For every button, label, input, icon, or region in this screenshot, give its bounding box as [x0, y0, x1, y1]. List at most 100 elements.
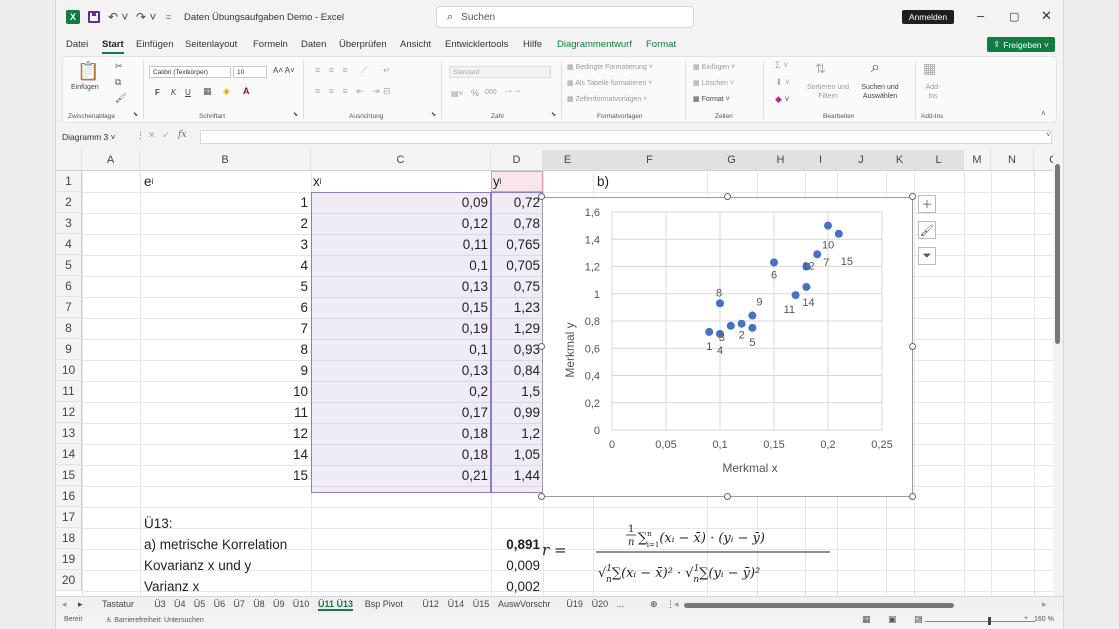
cell-y-value[interactable]: 0,84 — [491, 360, 543, 381]
cell-y-value[interactable]: 1,5 — [491, 381, 543, 402]
cell-a20[interactable]: Varianz x — [140, 576, 199, 596]
cut-icon[interactable]: ✂ — [115, 61, 123, 72]
resize-handle[interactable] — [724, 193, 731, 200]
sheet-tab[interactable]: Ü6 — [214, 599, 226, 609]
fill-color-icon[interactable]: ◈ — [223, 86, 230, 97]
clipboard-launcher-icon[interactable]: ⬊ — [133, 111, 138, 118]
column-header-e[interactable]: E — [543, 150, 593, 171]
autosum-icon[interactable]: Σ ˅ — [775, 60, 788, 70]
tab-ueberpruefen[interactable]: Überprüfen — [339, 39, 387, 50]
row-header-12[interactable]: 12 — [56, 402, 82, 423]
sheet-tab[interactable]: Bsp Pivot — [365, 599, 403, 609]
row-header-20[interactable]: 20 — [56, 570, 82, 591]
share-button[interactable]: ⇪ Freigeben ˅ — [987, 37, 1055, 52]
horizontal-align-icon[interactable]: ≡ ≡ ≡ ⇤ ⇥ — [315, 86, 383, 97]
accessibility-status[interactable]: ♿ Barrierefreiheit: Untersuchen — [106, 616, 204, 624]
sort-filter-icon[interactable]: ⇅ — [815, 61, 826, 77]
column-header-f[interactable]: F — [593, 150, 707, 171]
collapse-ribbon-icon[interactable]: ˄ — [1041, 109, 1046, 118]
cell-styles-button[interactable]: ▦ Zellenformatvorlagen ˅ — [567, 95, 647, 103]
resize-handle[interactable] — [724, 493, 731, 500]
cell-a19[interactable]: Kovarianz x und y — [140, 555, 251, 576]
scroll-tabs-left-icon[interactable]: ◂ — [62, 599, 67, 610]
column-header-a[interactable]: A — [82, 150, 140, 171]
tab-seitenlayout[interactable]: Seitenlayout — [185, 39, 237, 50]
chart-elements-icon[interactable]: ＋ — [918, 195, 936, 213]
minimize-icon[interactable]: – — [977, 8, 984, 23]
column-header-m[interactable]: M — [964, 150, 991, 171]
zoom-in-icon[interactable]: + — [1024, 615, 1028, 622]
row-header-17[interactable]: 17 — [56, 507, 82, 528]
sheet-tab[interactable]: Ü12 — [422, 599, 439, 609]
row-header-10[interactable]: 10 — [56, 360, 82, 381]
sheet-tab[interactable]: Ü11 Ü13 — [318, 599, 354, 611]
font-launcher-icon[interactable]: ⬊ — [293, 111, 298, 118]
cell-c18[interactable]: 0,891 — [491, 534, 543, 555]
sheet-tab[interactable]: AuswVorschr — [498, 599, 551, 609]
row-header-14[interactable]: 14 — [56, 444, 82, 465]
cancel-icon[interactable]: ✕ — [148, 130, 156, 141]
column-header-g[interactable]: G — [707, 150, 757, 171]
tab-daten[interactable]: Daten — [301, 39, 326, 50]
cell-e-value[interactable]: 8 — [140, 339, 311, 360]
expand-formula-icon[interactable]: ˅ — [1046, 130, 1051, 139]
cell-x-value[interactable]: 0,19 — [311, 318, 491, 339]
cell-e-value[interactable]: 9 — [140, 360, 311, 381]
worksheet-grid[interactable]: ABCDEFGHIJKLMNO 123456789101112131415161… — [56, 150, 1056, 596]
sheet-tab[interactable]: Tastatur — [102, 599, 134, 609]
vertical-align-icon[interactable]: ≡ ≡ ≡ — [315, 65, 351, 75]
formula-input[interactable] — [200, 130, 1052, 144]
cell-e-value[interactable]: 14 — [140, 444, 311, 465]
fill-icon[interactable]: ⬇ ˅ — [775, 77, 790, 88]
save-icon[interactable] — [88, 11, 100, 23]
zoom-out-icon[interactable]: – — [918, 615, 922, 622]
cell-x-value[interactable]: 0,13 — [311, 360, 491, 381]
paste-icon[interactable]: 📋 — [77, 61, 99, 82]
addins-icon[interactable]: ▦ — [923, 60, 936, 77]
cell-e-value[interactable]: 1 — [140, 192, 311, 213]
vertical-scrollbar[interactable] — [1053, 150, 1063, 596]
cell-e-value[interactable]: 3 — [140, 234, 311, 255]
tab-formeln[interactable]: Formeln — [253, 39, 288, 50]
cell-x-value[interactable]: 0,09 — [311, 192, 491, 213]
column-header-b[interactable]: B — [140, 150, 311, 171]
clear-icon[interactable]: ◆ ˅ — [775, 94, 790, 105]
font-size-select[interactable]: 10 — [233, 66, 267, 78]
format-as-table-button[interactable]: ▦ Als Tabelle formatieren ˅ — [567, 79, 652, 87]
horizontal-scroll-thumb[interactable] — [684, 603, 954, 608]
column-header-d[interactable]: D — [491, 150, 543, 171]
copy-icon[interactable]: ⧉ — [115, 77, 121, 88]
sheet-tab[interactable]: Ü10 — [293, 599, 310, 609]
cell-a18[interactable]: a) metrische Korrelation — [140, 534, 287, 555]
grow-font-icon[interactable]: A˄ A˅ — [273, 66, 295, 75]
cell-y-value[interactable]: 1,44 — [491, 465, 543, 486]
row-header-8[interactable]: 8 — [56, 318, 82, 339]
zoom-slider-knob[interactable] — [988, 617, 991, 625]
tab-einfuegen[interactable]: Einfügen — [136, 39, 174, 50]
resize-handle[interactable] — [538, 343, 545, 350]
cell-y-value[interactable]: 1,05 — [491, 444, 543, 465]
search-input[interactable]: ⌕ Suchen — [436, 6, 694, 28]
cell-b1[interactable]: xi — [309, 171, 322, 192]
underline-button[interactable]: U — [185, 88, 191, 97]
cell-e-value[interactable]: 6 — [140, 297, 311, 318]
tab-datei[interactable]: Datei — [66, 39, 88, 50]
chart-styles-icon[interactable]: 🖌 — [918, 221, 936, 239]
cell-x-value[interactable]: 0,1 — [311, 339, 491, 360]
cell-e-value[interactable]: 11 — [140, 402, 311, 423]
font-color-icon[interactable]: A — [243, 86, 250, 96]
format-cells-button[interactable]: ▦ Format ˅ — [693, 95, 730, 103]
cell-c19[interactable]: 0,009 — [491, 555, 543, 576]
sheet-tab[interactable]: Ü4 — [174, 599, 186, 609]
resize-handle[interactable] — [538, 493, 545, 500]
cell-x-value[interactable]: 0,21 — [311, 465, 491, 486]
row-header-13[interactable]: 13 — [56, 423, 82, 444]
row-header-4[interactable]: 4 — [56, 234, 82, 255]
column-header-c[interactable]: C — [311, 150, 491, 171]
insert-function-button[interactable]: fx — [178, 130, 186, 140]
cell-e-value[interactable]: 5 — [140, 276, 311, 297]
chart-filter-icon[interactable]: ⏷ — [918, 247, 936, 265]
row-header-7[interactable]: 7 — [56, 297, 82, 318]
scroll-tabs-right-icon[interactable]: ▸ — [78, 599, 83, 610]
addins-button[interactable]: Add-Ins — [921, 83, 945, 101]
